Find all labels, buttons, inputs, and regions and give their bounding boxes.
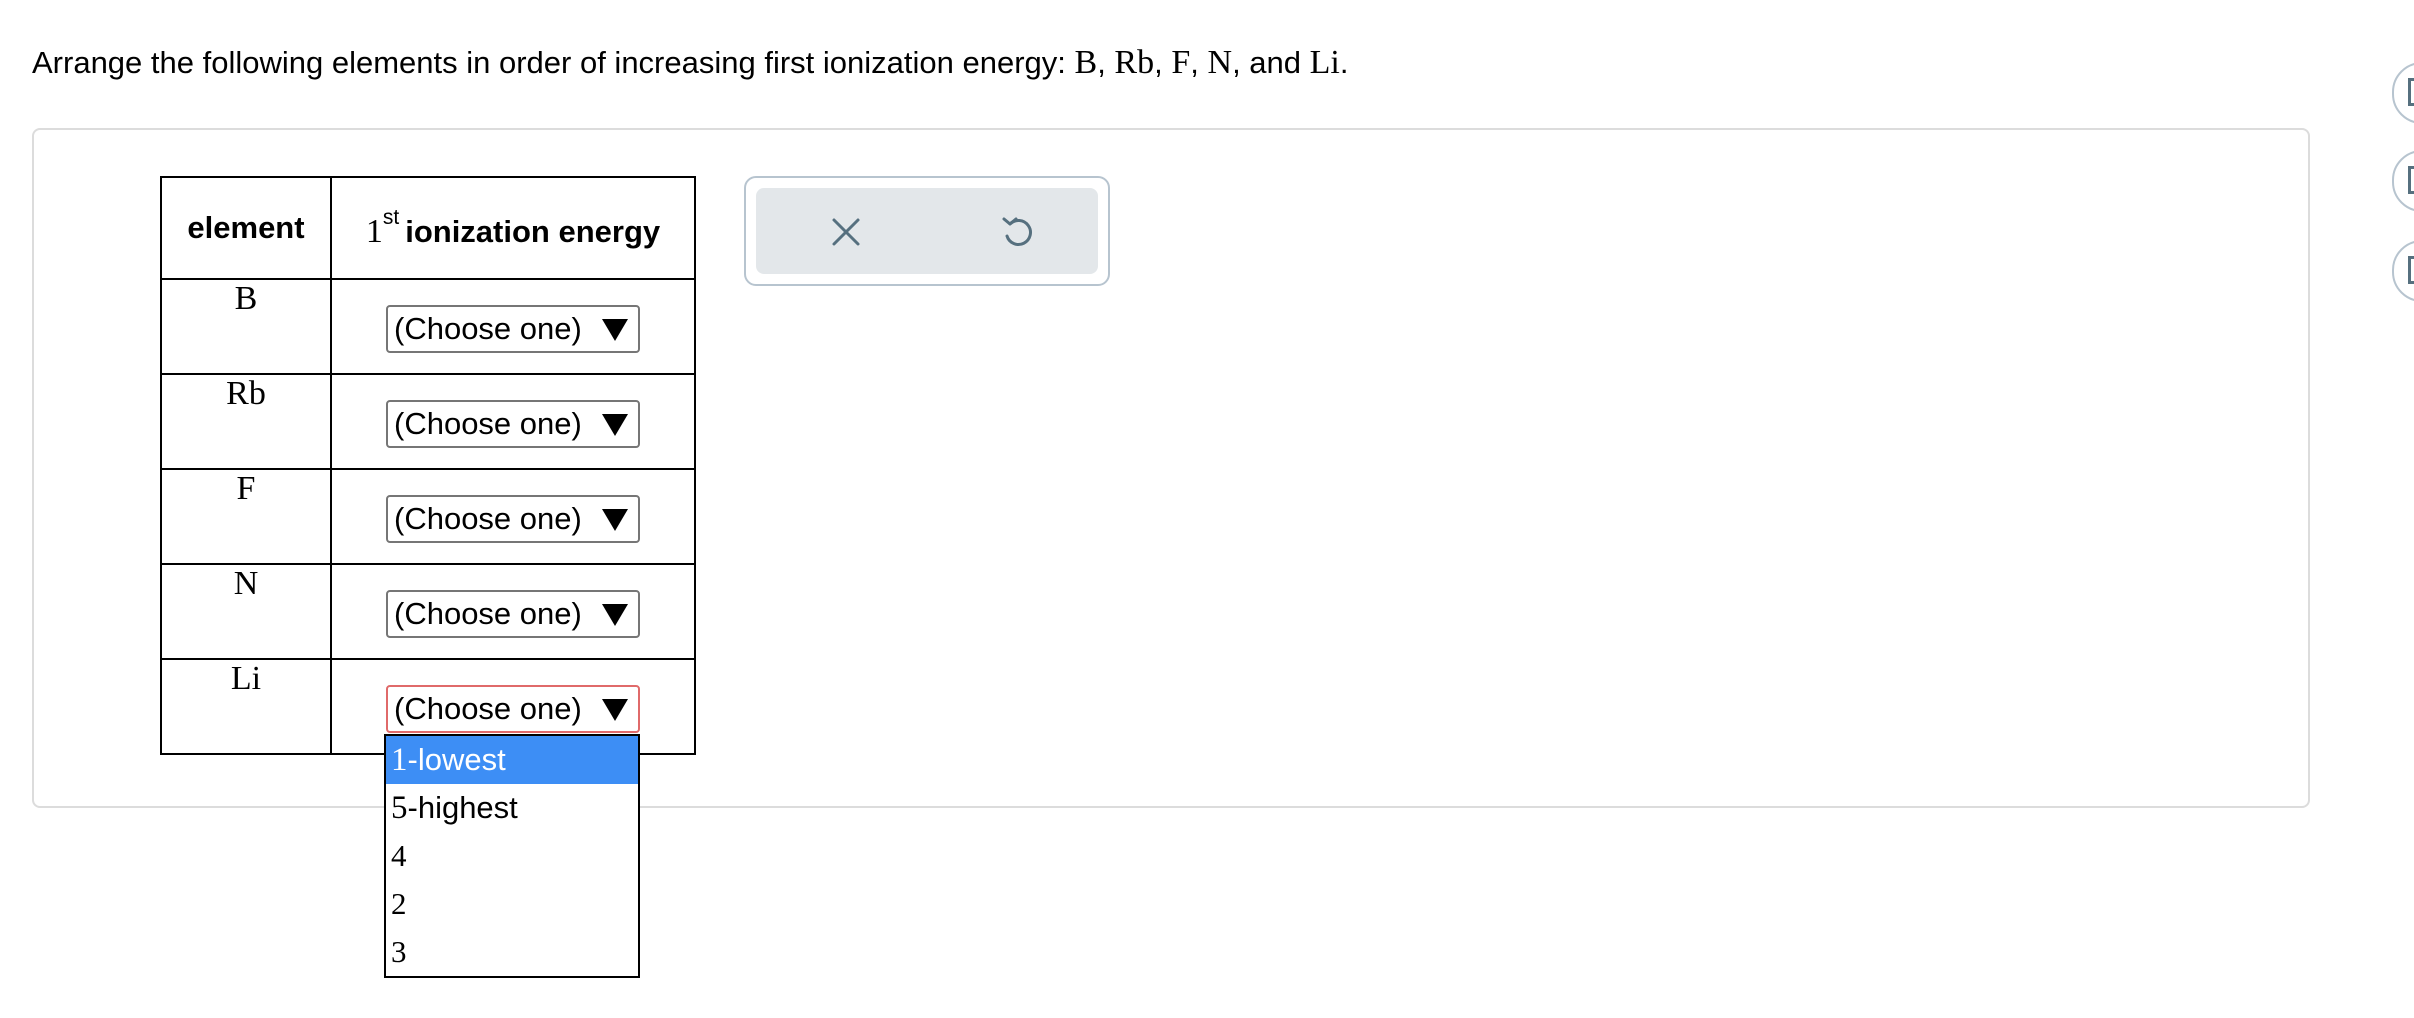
side-tool-icon	[2408, 256, 2414, 284]
ionization-table: element 1st ionization energy B (Choose o…	[160, 176, 696, 755]
rank-select-f[interactable]: (Choose one)	[386, 494, 640, 543]
dropdown-option-5-highest[interactable]: 5-highest	[386, 784, 638, 832]
rank-dropdown-list: 1-lowest 5-highest 4 2 3	[384, 734, 640, 978]
element-cell-li: Li	[160, 658, 332, 755]
element-cell-f: F	[160, 468, 332, 565]
rank-select-rb[interactable]: (Choose one)	[386, 399, 640, 448]
table-row: N (Choose one)	[160, 563, 696, 660]
dropdown-option-1-lowest[interactable]: 1-lowest	[386, 736, 638, 784]
side-tool-icon	[2408, 78, 2414, 106]
element-b-inline: B	[1074, 44, 1098, 81]
undo-button[interactable]	[996, 210, 1040, 254]
close-icon	[832, 218, 860, 246]
header-element: element	[160, 176, 332, 280]
answer-tools-bar	[756, 188, 1098, 274]
dropdown-arrow-icon	[602, 698, 628, 721]
table-row: F (Choose one)	[160, 468, 696, 565]
undo-icon	[1002, 217, 1032, 246]
rank-select-n[interactable]: (Choose one)	[386, 589, 640, 638]
element-f-inline: F	[1171, 44, 1191, 81]
element-cell-b: B	[160, 278, 332, 375]
dropdown-arrow-icon	[602, 413, 628, 436]
dropdown-option-2[interactable]: 2	[386, 880, 638, 928]
side-tool-tab-2[interactable]	[2392, 150, 2414, 212]
element-li-inline: Li	[1309, 44, 1340, 81]
side-tool-icon	[2408, 166, 2414, 194]
element-cell-n: N	[160, 563, 332, 660]
side-tool-tab-3[interactable]	[2392, 240, 2414, 302]
dropdown-option-3[interactable]: 3	[386, 928, 638, 976]
header-ionization-energy: 1st ionization energy	[330, 176, 696, 280]
clear-button[interactable]	[824, 210, 868, 254]
question-text: Arrange the following elements in order …	[32, 45, 1075, 80]
element-rb-inline: Rb	[1114, 44, 1155, 81]
answer-tools	[744, 176, 1110, 286]
element-cell-rb: Rb	[160, 373, 332, 470]
element-n-inline: N	[1207, 44, 1233, 81]
question-prompt: Arrange the following elements in order …	[32, 44, 1349, 81]
table-row: Rb (Choose one)	[160, 373, 696, 470]
and-word: and	[1249, 45, 1302, 80]
table-row: B (Choose one)	[160, 278, 696, 375]
dropdown-arrow-icon	[602, 318, 628, 341]
dropdown-option-4[interactable]: 4	[386, 832, 638, 880]
dropdown-arrow-icon	[602, 508, 628, 531]
rank-select-li[interactable]: (Choose one)	[386, 684, 640, 733]
rank-select-b[interactable]: (Choose one)	[386, 304, 640, 353]
table-header-row: element 1st ionization energy	[160, 176, 696, 280]
dropdown-arrow-icon	[602, 603, 628, 626]
side-tool-tab-1[interactable]	[2392, 62, 2414, 124]
